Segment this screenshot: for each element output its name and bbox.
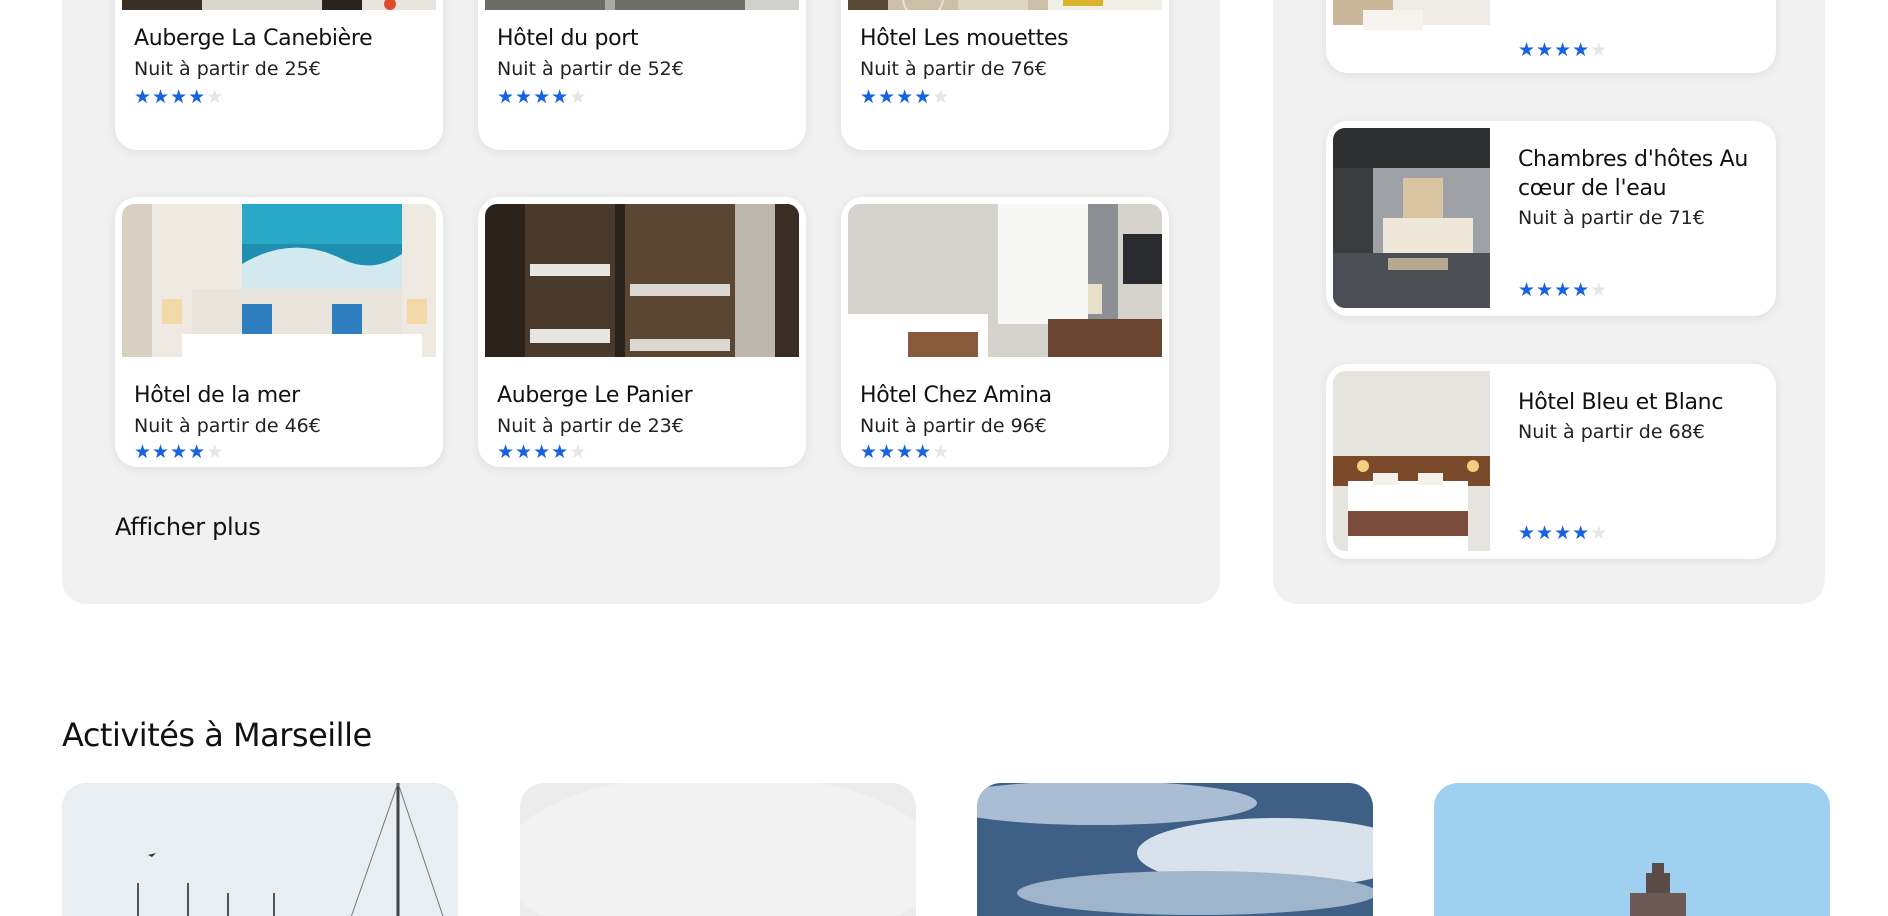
star-icon: ★ xyxy=(1536,279,1554,301)
hotel-name: Hôtel du port xyxy=(497,26,639,51)
hotel-image xyxy=(485,0,799,10)
hotel-card[interactable]: Hôtel Chez Amina Nuit à partir de 96€ ★ ★… xyxy=(841,197,1169,467)
star-icon: ★ xyxy=(896,441,914,463)
star-icon: ★ xyxy=(170,441,188,463)
star-icon: ★ xyxy=(569,441,587,463)
activity-image xyxy=(1434,783,1830,916)
star-icon: ★ xyxy=(188,86,206,108)
hotel-image xyxy=(485,204,799,357)
star-icon: ★ xyxy=(569,86,587,108)
hotel-card[interactable]: Hôtel de la mer Nuit à partir de 46€ ★ ★ ★… xyxy=(115,197,443,467)
hotel-image xyxy=(848,0,1162,10)
star-icon: ★ xyxy=(1536,39,1554,61)
hotel-image xyxy=(122,0,436,10)
star-icon: ★ xyxy=(932,86,950,108)
hotel-price: Nuit à partir de 52€ xyxy=(497,58,684,80)
hotel-price: Nuit à partir de 23€ xyxy=(497,415,684,437)
rating-stars: ★ ★ ★ ★ ★ xyxy=(134,443,223,462)
hotel-card[interactable]: Hôtel Les mouettes Nuit à partir de 76€ … xyxy=(841,0,1169,150)
hotel-name: Hôtel Bleu et Blanc xyxy=(1518,390,1724,415)
hotel-price: Nuit à partir de 76€ xyxy=(860,58,1047,80)
star-icon: ★ xyxy=(206,86,224,108)
hotel-image xyxy=(1333,0,1490,66)
hotel-card[interactable]: Auberge Le Panier Nuit à partir de 23€ ★… xyxy=(478,197,806,467)
hotel-price: Nuit à partir de 96€ xyxy=(860,415,1047,437)
star-icon: ★ xyxy=(1572,39,1590,61)
rating-stars: ★ ★ ★ ★ ★ xyxy=(860,88,949,107)
star-icon: ★ xyxy=(896,86,914,108)
activities-title: Activités à Marseille xyxy=(62,716,372,754)
hotel-name: Hôtel Les mouettes xyxy=(860,26,1069,51)
star-icon: ★ xyxy=(1590,522,1608,544)
activity-card[interactable] xyxy=(62,783,458,916)
star-icon: ★ xyxy=(914,441,932,463)
side-hotel-card[interactable]: ★ ★ ★ ★ ★ xyxy=(1326,0,1776,73)
hotel-price: Nuit à partir de 71€ xyxy=(1518,207,1705,229)
side-hotel-card[interactable]: Hôtel Bleu et Blanc Nuit à partir de 68€… xyxy=(1326,364,1776,559)
hotel-image xyxy=(1333,371,1490,551)
activity-card[interactable] xyxy=(520,783,916,916)
hotel-image xyxy=(848,204,1162,357)
star-icon: ★ xyxy=(497,86,515,108)
activity-card[interactable] xyxy=(1434,783,1830,916)
hotel-image xyxy=(1333,128,1490,308)
rating-stars: ★ ★ ★ ★ ★ xyxy=(134,88,223,107)
activity-image xyxy=(62,783,458,916)
star-icon: ★ xyxy=(206,441,224,463)
star-icon: ★ xyxy=(914,86,932,108)
star-icon: ★ xyxy=(860,441,878,463)
side-hotel-card[interactable]: Chambres d'hôtes Au cœur de l'eau Nuit à… xyxy=(1326,121,1776,316)
hotel-price: Nuit à partir de 46€ xyxy=(134,415,321,437)
rating-stars: ★ ★ ★ ★ ★ xyxy=(1518,281,1607,300)
star-icon: ★ xyxy=(878,86,896,108)
rating-stars: ★ ★ ★ ★ ★ xyxy=(1518,41,1607,60)
star-icon: ★ xyxy=(860,86,878,108)
rating-stars: ★ ★ ★ ★ ★ xyxy=(860,443,949,462)
star-icon: ★ xyxy=(134,441,152,463)
show-more-link[interactable]: Afficher plus xyxy=(115,513,261,541)
star-icon: ★ xyxy=(152,441,170,463)
star-icon: ★ xyxy=(551,441,569,463)
star-icon: ★ xyxy=(152,86,170,108)
hotel-name: Hôtel de la mer xyxy=(134,383,300,408)
star-icon: ★ xyxy=(1554,39,1572,61)
star-icon: ★ xyxy=(551,86,569,108)
star-icon: ★ xyxy=(1554,279,1572,301)
hotel-name: Chambres d'hôtes Au cœur de l'eau xyxy=(1518,147,1749,201)
star-icon: ★ xyxy=(1536,522,1554,544)
hotel-name: Auberge La Canebière xyxy=(134,26,373,51)
star-icon: ★ xyxy=(1518,522,1536,544)
rating-stars: ★ ★ ★ ★ ★ xyxy=(1518,524,1607,543)
star-icon: ★ xyxy=(1572,522,1590,544)
star-icon: ★ xyxy=(878,441,896,463)
star-icon: ★ xyxy=(515,86,533,108)
hotel-image xyxy=(122,204,436,357)
activity-card[interactable] xyxy=(977,783,1373,916)
star-icon: ★ xyxy=(1590,279,1608,301)
star-icon: ★ xyxy=(515,441,533,463)
star-icon: ★ xyxy=(497,441,515,463)
star-icon: ★ xyxy=(1518,39,1536,61)
hotel-price: Nuit à partir de 68€ xyxy=(1518,421,1705,443)
rating-stars: ★ ★ ★ ★ ★ xyxy=(497,88,586,107)
rating-stars: ★ ★ ★ ★ ★ xyxy=(497,443,586,462)
hotel-card[interactable]: Hôtel du port Nuit à partir de 52€ ★ ★ ★ ★ ★ xyxy=(478,0,806,150)
star-icon: ★ xyxy=(533,441,551,463)
star-icon: ★ xyxy=(932,441,950,463)
star-icon: ★ xyxy=(1590,39,1608,61)
hotel-name: Auberge Le Panier xyxy=(497,383,693,408)
activity-image xyxy=(977,783,1373,916)
hotel-price: Nuit à partir de 25€ xyxy=(134,58,321,80)
star-icon: ★ xyxy=(533,86,551,108)
hotel-card[interactable]: Auberge La Canebière Nuit à partir de 25… xyxy=(115,0,443,150)
star-icon: ★ xyxy=(1518,279,1536,301)
activity-image xyxy=(520,783,916,916)
star-icon: ★ xyxy=(170,86,188,108)
star-icon: ★ xyxy=(188,441,206,463)
star-icon: ★ xyxy=(1572,279,1590,301)
star-icon: ★ xyxy=(134,86,152,108)
star-icon: ★ xyxy=(1554,522,1572,544)
hotel-name: Hôtel Chez Amina xyxy=(860,383,1052,408)
